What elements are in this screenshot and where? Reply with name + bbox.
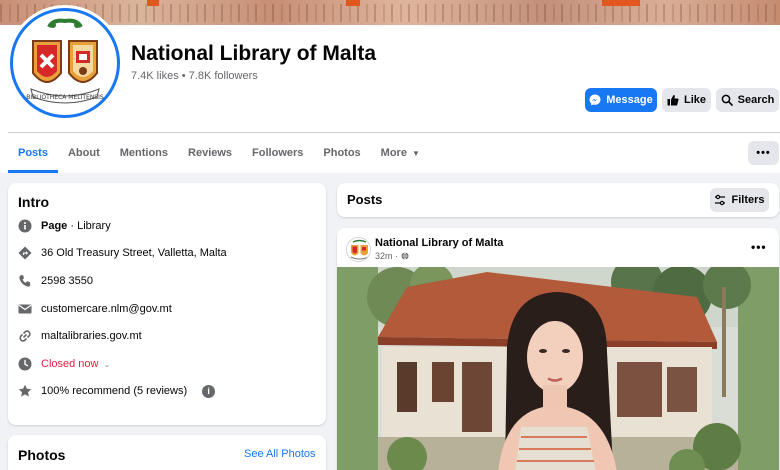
link-icon [18, 329, 32, 343]
cover-mark [346, 0, 360, 6]
cover-mark [602, 0, 640, 6]
page-header: BIBLIOTHECA MELITENSIS National Library … [0, 0, 780, 173]
info-icon[interactable]: i [202, 384, 216, 398]
photos-card: Photos See All Photos [8, 435, 326, 470]
tab-mentions[interactable]: Mentions [110, 133, 178, 173]
clock-icon [18, 357, 32, 371]
intro-phone-text: 2598 3550 [41, 275, 93, 287]
tab-label: Mentions [119, 147, 169, 159]
search-button[interactable]: Search [716, 88, 779, 112]
intro-category-type: Page [41, 220, 68, 232]
tab-label: More [380, 147, 407, 159]
intro-card: Intro Page · Library 36 Old Treasury Str… [8, 183, 326, 425]
intro-title: Intro [18, 194, 50, 210]
hours-status: Closed now [41, 358, 99, 370]
post-author-avatar[interactable] [346, 237, 371, 262]
tab-label: Followers [252, 147, 304, 159]
post-time-text: 32m · [375, 251, 399, 261]
messenger-icon [589, 94, 601, 106]
intro-address-text: 36 Old Treasury Street, Valletta, Malta [41, 247, 227, 259]
tab-label: Photos [323, 147, 361, 159]
thumbs-up-icon [667, 95, 679, 106]
filters-button-label: Filters [731, 194, 765, 206]
post-photo[interactable] [337, 267, 779, 470]
caret-down-icon: ▼ [411, 148, 420, 158]
tab-label: Posts [18, 147, 48, 159]
tab-label: Reviews [188, 147, 233, 159]
see-all-photos-link[interactable]: See All Photos [244, 448, 316, 460]
intro-recommend-text: 100% recommend (5 reviews) [41, 385, 188, 397]
message-button[interactable]: Message [585, 88, 657, 112]
page-more-options-button[interactable]: ••• [748, 141, 779, 165]
library-logo-icon [347, 238, 370, 261]
photos-title: Photos [18, 447, 66, 463]
search-button-label: Search [737, 94, 775, 106]
intro-phone[interactable]: 2598 3550 [18, 274, 93, 288]
intro-website-text: maltalibraries.gov.mt [41, 330, 142, 342]
chevron-down-icon: ⌄ [103, 360, 111, 369]
intro-recommend[interactable]: 100% recommend (5 reviews) i [18, 384, 216, 398]
page-title: National Library of Malta [131, 42, 377, 65]
cover-manuscript-texture [0, 4, 780, 22]
info-icon [18, 219, 32, 233]
filters-button[interactable]: Filters [710, 188, 769, 212]
cover-mark [147, 0, 159, 6]
tab-photos[interactable]: Photos [313, 133, 370, 173]
like-button[interactable]: Like [662, 88, 711, 112]
intro-email-text: customercare.nlm@gov.mt [41, 303, 172, 315]
post-photo-image [337, 267, 779, 470]
tab-about[interactable]: About [58, 133, 110, 173]
post-options-button[interactable]: ••• [751, 240, 767, 254]
search-icon [721, 94, 733, 106]
filter-sliders-icon [715, 194, 726, 206]
tab-reviews[interactable]: Reviews [178, 133, 242, 173]
tab-followers[interactable]: Followers [242, 133, 313, 173]
logo-ribbon-text: BIBLIOTHECA MELITENSIS [26, 94, 104, 101]
directions-icon [18, 246, 32, 260]
message-button-label: Message [606, 94, 653, 106]
intro-email[interactable]: customercare.nlm@gov.mt [18, 302, 172, 316]
post-timestamp[interactable]: 32m · [375, 251, 409, 261]
intro-website[interactable]: maltalibraries.gov.mt [18, 329, 142, 343]
tab-posts[interactable]: Posts [8, 133, 58, 173]
posts-header-card: Posts Filters [337, 183, 779, 217]
phone-icon [18, 274, 32, 288]
tab-label: About [67, 147, 100, 159]
globe-icon [401, 252, 409, 260]
post-author-name[interactable]: National Library of Malta [375, 237, 503, 249]
intro-hours[interactable]: Closed now ⌄ [18, 357, 110, 371]
post-card: National Library of Malta 32m · ••• [337, 228, 779, 470]
intro-address[interactable]: 36 Old Treasury Street, Valletta, Malta [18, 246, 227, 260]
tab-more[interactable]: More ▼ [371, 133, 430, 173]
library-coat-of-arms-logo: BIBLIOTHECA MELITENSIS [15, 13, 115, 113]
page-stats[interactable]: 7.4K likes • 7.8K followers [131, 70, 258, 82]
email-icon [18, 302, 32, 316]
page-tabs: Posts About Mentions Reviews Followers P… [8, 133, 430, 173]
intro-category: Page · Library [18, 219, 111, 233]
star-icon [18, 384, 32, 398]
like-button-label: Like [683, 94, 706, 106]
intro-category-detail: · Library [67, 220, 111, 232]
posts-title: Posts [347, 192, 383, 207]
cover-photo[interactable] [0, 0, 780, 25]
profile-picture[interactable]: BIBLIOTHECA MELITENSIS [10, 8, 120, 118]
